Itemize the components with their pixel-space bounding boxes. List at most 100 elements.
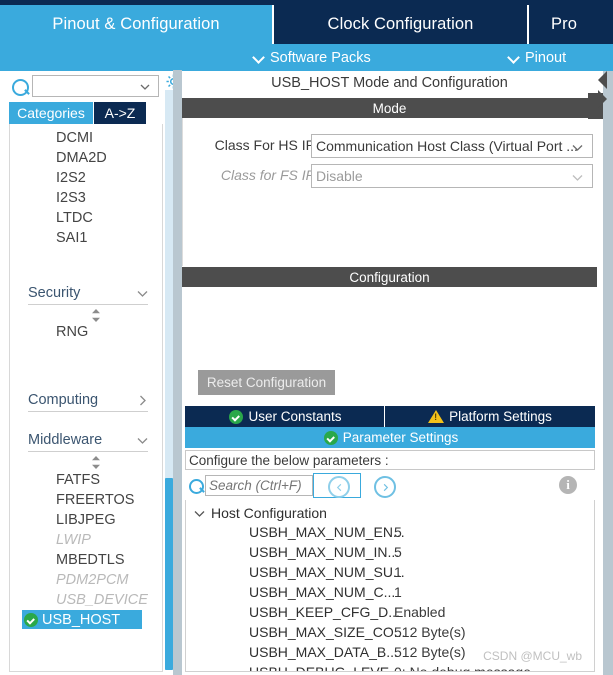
tab-pinout-configuration[interactable]: Pinout & Configuration <box>0 5 272 44</box>
sidebar-group-security[interactable]: Security <box>28 282 148 305</box>
tab-categories[interactable]: Categories <box>9 102 93 124</box>
table-row[interactable]: USBH_KEEP_CFG_D... Enabled <box>186 603 594 623</box>
tab-user-constants[interactable]: User Constants <box>185 406 384 427</box>
table-row[interactable]: USBH_DEBUG_LEVE... 0: No debug message <box>186 663 594 672</box>
param-key: USBH_DEBUG_LEVE... <box>249 664 401 672</box>
param-key: USBH_KEEP_CFG_D... <box>249 604 400 620</box>
info-icon[interactable]: i <box>559 476 577 494</box>
chevron-down-icon <box>137 437 148 444</box>
class-for-fs-ip-value: Disable <box>316 168 363 184</box>
panel-title: USB_HOST Mode and Configuration <box>271 75 508 91</box>
sidebar-item-libjpeg[interactable]: LIBJPEG <box>56 512 116 528</box>
check-icon <box>24 612 38 627</box>
param-key: USBH_MAX_NUM_C... <box>249 584 396 600</box>
tab-parameter-settings[interactable]: Parameter Settings <box>185 427 595 448</box>
sidebar-item-pdm2pcm[interactable]: PDM2PCM <box>56 572 129 588</box>
tab-project-manager-label: Pro <box>551 15 577 33</box>
sidebar-scrollbar-thumb[interactable] <box>165 478 173 670</box>
menu-software-packs[interactable]: Software Packs <box>253 44 371 71</box>
sidebar-item-dcmi[interactable]: DCMI <box>56 130 93 146</box>
table-row[interactable]: USBH_MAX_NUM_C... 1 <box>186 583 594 603</box>
tab-platform-settings-label: Platform Settings <box>449 409 552 424</box>
chevron-down-icon <box>508 52 519 63</box>
sidebar-item-fatfs[interactable]: FATFS <box>56 472 100 488</box>
configuration-section-body: Reset Configuration User Constants Platf… <box>182 287 597 675</box>
tab-parameter-settings-label: Parameter Settings <box>342 430 459 445</box>
mode-section-header: Mode <box>182 98 597 118</box>
tab-platform-settings[interactable]: Platform Settings <box>385 406 595 427</box>
app-window: Pinout & Configuration Clock Configurati… <box>0 0 613 675</box>
peripheral-sidebar: Categories A->Z DCMI DMA2D I2S2 I2S3 LTD… <box>0 71 163 675</box>
sidebar-splitter[interactable] <box>173 70 182 675</box>
reset-configuration-button[interactable]: Reset Configuration <box>198 370 335 395</box>
tab-clock-configuration[interactable]: Clock Configuration <box>274 5 527 44</box>
param-value: 512 Byte(s) <box>394 644 466 660</box>
chevron-down-icon <box>253 52 264 63</box>
table-row[interactable]: USBH_MAX_NUM_IN... 5 <box>186 543 594 563</box>
chevron-right-icon <box>140 395 146 405</box>
sidebar-item-ltdc[interactable]: LTDC <box>56 210 93 226</box>
collapse-right-arrow-icon[interactable] <box>598 90 607 108</box>
tree-group-host-configuration[interactable]: Host Configuration <box>194 503 327 523</box>
sidebar-item-i2s2[interactable]: I2S2 <box>56 170 86 186</box>
class-for-hs-ip-dropdown[interactable]: Communication Host Class (Virtual Port .… <box>311 134 593 158</box>
tab-user-constants-label: User Constants <box>248 409 342 424</box>
sidebar-item-freertos[interactable]: FREERTOS <box>56 492 134 508</box>
mode-row-class-hs-ip: Class For HS IP Communication Host Class… <box>183 134 598 158</box>
table-row[interactable]: USBH_MAX_SIZE_CO... 512 Byte(s) <box>186 623 594 643</box>
param-value: 512 Byte(s) <box>394 624 466 640</box>
chevron-down-icon <box>137 290 148 297</box>
sidebar-group-computing[interactable]: Computing <box>28 389 148 412</box>
menu-pinout[interactable]: Pinout <box>508 44 566 71</box>
search-prev-icon[interactable] <box>328 476 350 498</box>
tab-a-to-z[interactable]: A->Z <box>94 102 146 124</box>
sidebar-item-mbedtls[interactable]: MBEDTLS <box>56 552 125 568</box>
right-edge-splitter[interactable] <box>603 71 613 675</box>
mode-section-body: Class For HS IP Communication Host Class… <box>182 118 598 266</box>
mode-row-class-fs-ip-label: Class for FS IP <box>220 167 315 183</box>
param-value: 1 <box>394 584 402 600</box>
table-row[interactable]: USBH_MAX_NUM_SU... 1 <box>186 563 594 583</box>
class-for-fs-ip-dropdown[interactable]: Disable <box>311 164 593 188</box>
mode-row-class-fs-ip: Class for FS IP Disable <box>183 164 598 188</box>
tab-a-to-z-label: A->Z <box>104 105 136 121</box>
param-key: USBH_MAX_DATA_B... <box>249 644 398 660</box>
param-value: 0: No debug message <box>394 664 531 672</box>
parameter-tree: Host Configuration USBH_MAX_NUM_EN... 5 … <box>185 500 595 672</box>
tab-categories-label: Categories <box>17 105 85 121</box>
menu-software-packs-label: Software Packs <box>270 49 371 66</box>
sidebar-group-middleware[interactable]: Middleware <box>28 429 148 452</box>
mode-row-class-hs-ip-label: Class For HS IP <box>214 137 315 153</box>
menu-pinout-label: Pinout <box>525 49 567 66</box>
scroll-up-down-spinner[interactable] <box>88 456 104 469</box>
sidebar-item-usb-host[interactable]: USB_HOST <box>22 610 142 629</box>
sidebar-search-combo[interactable] <box>32 75 159 97</box>
sidebar-item-sai1[interactable]: SAI1 <box>56 230 87 246</box>
table-row[interactable]: USBH_MAX_NUM_EN... 5 <box>186 523 594 543</box>
tree-group-host-configuration-label: Host Configuration <box>211 505 327 521</box>
search-next-icon[interactable] <box>374 476 396 498</box>
watermark-text: CSDN @MCU_wb <box>483 649 582 663</box>
sidebar-item-usb-device[interactable]: USB_DEVICE <box>56 592 148 608</box>
sidebar-item-lwip[interactable]: LWIP <box>56 532 91 548</box>
sidebar-group-computing-label: Computing <box>28 392 99 408</box>
param-key: USBH_MAX_SIZE_CO... <box>249 624 406 640</box>
chevron-down-icon <box>572 175 583 181</box>
scroll-up-down-spinner[interactable] <box>88 309 104 322</box>
sidebar-item-dma2d[interactable]: DMA2D <box>56 150 107 166</box>
sidebar-item-i2s3[interactable]: I2S3 <box>56 190 86 206</box>
param-value: 5 <box>394 524 402 540</box>
sidebar-search-row <box>0 73 163 101</box>
param-value: Enabled <box>394 604 446 620</box>
configuration-panel: USB_HOST Mode and Configuration Mode Cla… <box>182 71 598 675</box>
sidebar-item-rng[interactable]: RNG <box>56 324 88 340</box>
tab-project-manager[interactable]: Pro <box>529 5 613 44</box>
sub-tool-bar: Software Packs Pinout <box>0 44 613 71</box>
configuration-section-header: Configuration <box>182 267 597 287</box>
collapse-left-arrow-icon[interactable] <box>598 71 607 89</box>
tab-pinout-configuration-label: Pinout & Configuration <box>52 15 220 33</box>
parameter-search-row: i <box>185 473 595 499</box>
configure-hint-text: Configure the below parameters : <box>185 450 595 470</box>
parameter-search-input[interactable] <box>205 475 313 496</box>
main-tab-bar: Pinout & Configuration Clock Configurati… <box>0 0 613 44</box>
